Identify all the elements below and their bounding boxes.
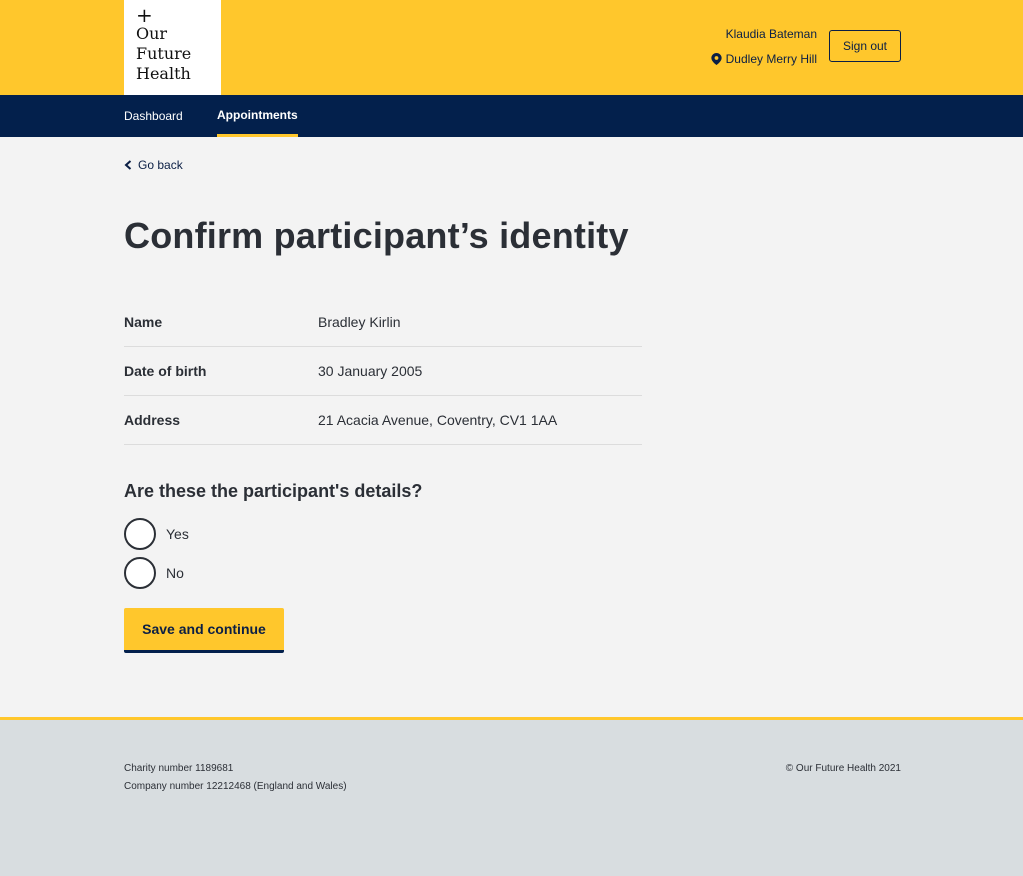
radio-button-no[interactable]	[124, 557, 156, 589]
company-number: Company number 12212468 (England and Wal…	[124, 781, 347, 792]
logo-line-2: Future	[136, 44, 192, 63]
detail-label: Date of birth	[124, 363, 207, 379]
detail-row-address: Address 21 Acacia Avenue, Coventry, CV1 …	[124, 396, 642, 445]
user-info: Klaudia Bateman Dudley Merry Hill	[710, 26, 817, 67]
main-navigation: Dashboard Appointments	[0, 95, 1023, 137]
map-pin-icon	[710, 53, 722, 65]
page-title: Confirm participant’s identity	[124, 215, 629, 256]
location-name: Dudley Merry Hill	[725, 52, 817, 66]
logo-line-1: Our	[136, 24, 168, 43]
logo-plus: +	[136, 3, 153, 27]
radio-label-yes: Yes	[166, 526, 189, 542]
our-future-health-logo[interactable]: + Our Future Health	[124, 0, 221, 95]
user-location: Dudley Merry Hill	[710, 51, 817, 67]
radio-button-yes[interactable]	[124, 518, 156, 550]
detail-value: Bradley Kirlin	[318, 314, 401, 330]
chevron-left-icon	[124, 160, 132, 170]
charity-number: Charity number 1189681	[124, 763, 234, 774]
detail-label: Name	[124, 314, 163, 330]
go-back-link[interactable]: Go back	[124, 158, 183, 172]
go-back-label: Go back	[138, 158, 183, 172]
sign-out-button[interactable]: Sign out	[829, 30, 901, 62]
participant-details: Name Bradley Kirlin Date of birth 30 Jan…	[124, 298, 642, 445]
footer-registration: Charity number 1189681 Company number 12…	[124, 760, 347, 796]
radio-option-yes[interactable]: Yes	[124, 518, 189, 550]
logo-line-3: Health	[136, 64, 191, 83]
detail-row-name: Name Bradley Kirlin	[124, 298, 642, 347]
footer-copyright: © Our Future Health 2021	[785, 763, 901, 774]
detail-label: Address	[124, 412, 181, 428]
detail-row-date-of-birth: Date of birth 30 January 2005	[124, 347, 642, 396]
nav-item-appointments[interactable]: Appointments	[217, 95, 298, 137]
radio-label-no: No	[166, 565, 184, 581]
confirm-question: Are these the participant's details?	[124, 481, 423, 501]
detail-value: 21 Acacia Avenue, Coventry, CV1 1AA	[318, 412, 558, 428]
user-name: Klaudia Bateman	[725, 27, 817, 41]
site-footer: Charity number 1189681 Company number 12…	[0, 717, 1023, 876]
detail-value: 30 January 2005	[318, 363, 423, 379]
site-header: + Our Future Health Klaudia Bateman Dudl…	[0, 0, 1023, 95]
nav-item-dashboard[interactable]: Dashboard	[124, 95, 183, 137]
save-and-continue-button[interactable]: Save and continue	[124, 608, 284, 653]
radio-option-no[interactable]: No	[124, 557, 184, 589]
